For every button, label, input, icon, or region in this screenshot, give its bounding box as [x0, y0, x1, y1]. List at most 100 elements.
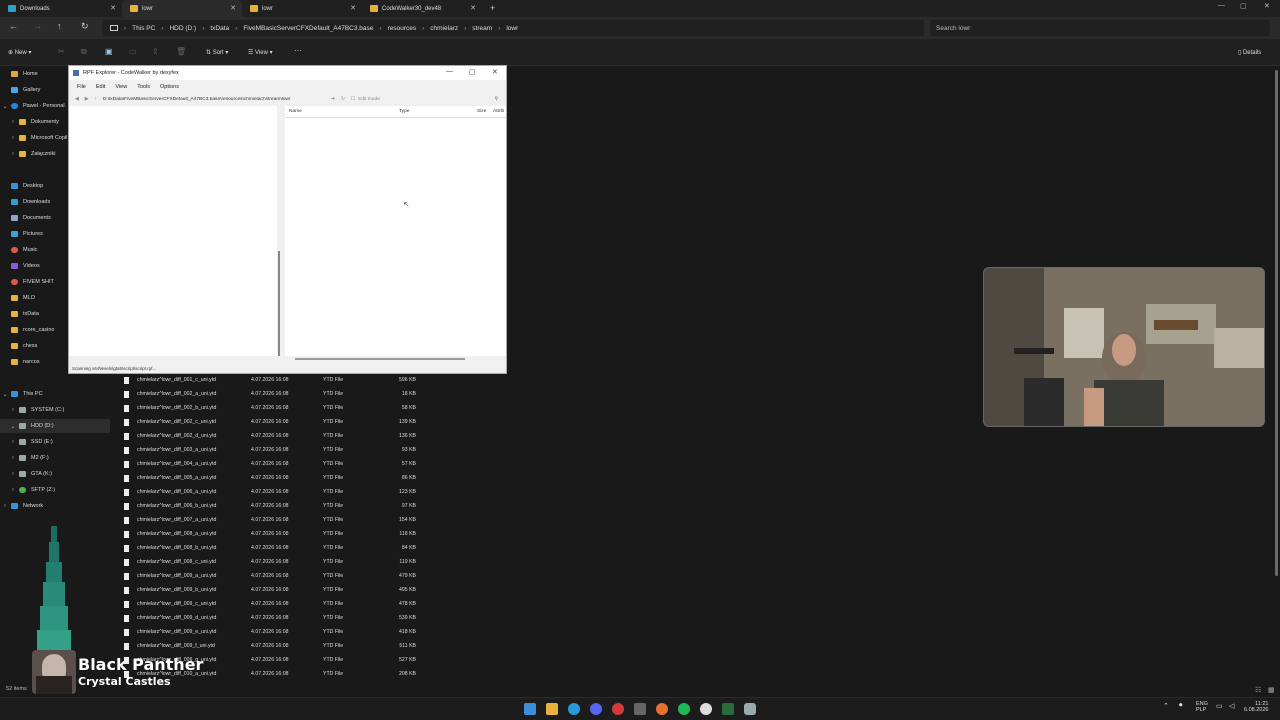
sidebar-item-drive-c[interactable]: › SYSTEM (C:) — [0, 403, 110, 417]
mic-icon[interactable]: ⏺ — [1179, 702, 1183, 710]
app-icon[interactable] — [722, 703, 734, 715]
menu-tools[interactable]: Tools — [137, 84, 150, 90]
tab-codewalker[interactable]: CodeWalker30_dev48 ✕ — [362, 0, 482, 17]
search-input[interactable]: Search lowr — [930, 20, 1270, 36]
file-row[interactable]: chmielarz^lowr_diff_003_a_uni.ytd 4.07.20… — [118, 443, 438, 457]
codewalker-title-bar[interactable]: RPF Explorer - CodeWalker by dexyfex — ▢… — [69, 66, 506, 80]
sidebar-item-this-pc[interactable]: ⌄ This PC — [0, 387, 110, 401]
breadcrumb-item[interactable]: lowr — [506, 25, 518, 32]
sidebar-item-drive-e[interactable]: › SSD (E:) — [0, 435, 110, 449]
file-row[interactable]: chmielarz^lowr_diff_004_a_uni.ytd 4.07.20… — [118, 457, 438, 471]
menu-edit[interactable]: Edit — [96, 84, 105, 90]
breadcrumb-item[interactable]: txData — [210, 25, 229, 32]
copy-icon[interactable]: ⧉ — [81, 47, 87, 57]
file-explorer-icon[interactable] — [546, 703, 558, 715]
sidebar-item-drive-d[interactable]: ⌄ HDD (D:) — [0, 419, 110, 433]
forward-icon[interactable]: ▶ — [85, 97, 89, 102]
column-header-size[interactable]: Size — [477, 109, 486, 114]
sort-button[interactable]: ⇅ Sort ▾ — [206, 49, 228, 56]
file-row[interactable]: chmielarz^lowr_diff_009_a_uni.ytd 4.07.20… — [118, 569, 438, 583]
network-icon[interactable]: ▭ — [1216, 702, 1223, 710]
more-options-icon[interactable]: ··· — [294, 46, 302, 55]
new-tab-button[interactable]: + — [490, 3, 495, 13]
tiles-view-icon[interactable]: ▦ — [1268, 686, 1275, 694]
horizontal-scrollbar[interactable] — [295, 358, 465, 360]
blender-icon[interactable] — [656, 703, 668, 715]
file-row[interactable]: chmielarz^lowr_diff_001_c_uni.ytd 4.07.20… — [118, 373, 438, 387]
sidebar-item-network[interactable]: › Network — [0, 499, 110, 513]
obs-icon[interactable] — [700, 703, 712, 715]
back-button[interactable]: ← — [9, 21, 18, 31]
close-icon[interactable]: ✕ — [230, 4, 236, 12]
details-button[interactable]: ▯ Details — [1238, 49, 1261, 56]
language-indicator[interactable]: ENG PLP — [1196, 701, 1208, 713]
sidebar-item-drive-f[interactable]: › M2 (F:) — [0, 451, 110, 465]
menu-view[interactable]: View — [115, 84, 127, 90]
codewalker-path-field[interactable]: D:\txData\FiveMBasicServerCFXDefault_A47… — [103, 97, 327, 102]
file-row[interactable]: chmielarz^lowr_diff_009_f_uni.ytd 4.07.20… — [118, 639, 438, 653]
file-row[interactable]: chmielarz^lowr_diff_006_b_uni.ytd 4.07.20… — [118, 499, 438, 513]
close-icon[interactable]: ✕ — [110, 4, 116, 12]
volume-icon[interactable]: ◁ — [1229, 702, 1234, 710]
file-row[interactable]: chmielarz^lowr_diff_006_a_uni.ytd 4.07.20… — [118, 485, 438, 499]
tab-downloads[interactable]: Downloads ✕ — [0, 0, 122, 17]
column-header-name[interactable]: Name — [289, 109, 302, 114]
vertical-scrollbar[interactable] — [1275, 70, 1278, 576]
column-header-type[interactable]: Type — [399, 109, 409, 114]
breadcrumb-item[interactable]: chmielarz — [430, 25, 458, 32]
codewalker-file-list[interactable]: Name Type Size Attrib ↖ — [285, 106, 506, 356]
clock[interactable]: 11:21 6.08.2026 — [1244, 701, 1268, 713]
menu-file[interactable]: File — [77, 84, 86, 90]
file-row[interactable]: chmielarz^lowr_diff_002_b_uni.ytd 4.07.20… — [118, 401, 438, 415]
details-view-icon[interactable]: ☷ — [1255, 686, 1261, 694]
back-icon[interactable]: ◀ — [75, 97, 79, 102]
close-icon[interactable]: ✕ — [350, 4, 356, 12]
minimize-button[interactable]: — — [446, 68, 453, 75]
file-row[interactable]: chmielarz^lowr_diff_009_c_uni.ytd 4.07.20… — [118, 597, 438, 611]
edit-mode-checkbox[interactable]: ☐ — [351, 97, 355, 102]
column-header-attrib[interactable]: Attrib — [493, 109, 504, 114]
breadcrumb-item[interactable]: This PC — [132, 25, 155, 32]
share-icon[interactable]: ⇪ — [152, 47, 159, 56]
file-row[interactable]: chmielarz^lowr_diff_007_a_uni.ytd 4.07.20… — [118, 513, 438, 527]
file-row[interactable]: chmielarz^lowr_diff_009_d_uni.ytd 4.07.20… — [118, 611, 438, 625]
address-bar[interactable]: › This PC › HDD (D:) › txData › FiveMBas… — [102, 20, 924, 36]
edge-icon[interactable] — [568, 703, 580, 715]
spotify-icon[interactable] — [678, 703, 690, 715]
delete-icon[interactable]: 🗑 — [176, 47, 186, 56]
breadcrumb-item[interactable]: HDD (D:) — [169, 25, 196, 32]
file-row[interactable]: chmielarz^lowr_diff_002_c_uni.ytd 4.07.20… — [118, 415, 438, 429]
maximize-button[interactable]: ▢ — [469, 68, 476, 76]
tab-lowr[interactable]: lowr ✕ — [242, 0, 362, 17]
refresh-icon[interactable]: ↻ — [341, 97, 345, 102]
maximize-button[interactable]: ▢ — [1240, 2, 1247, 10]
chevron-up-icon[interactable]: ⌃ — [1163, 702, 1169, 710]
file-row[interactable]: chmielarz^lowr_diff_002_a_uni.ytd 4.07.20… — [118, 387, 438, 401]
file-row[interactable]: chmielarz^lowr_diff_008_b_uni.ytd 4.07.20… — [118, 541, 438, 555]
chrome-icon[interactable] — [612, 703, 624, 715]
go-icon[interactable]: ➜ — [331, 97, 335, 102]
refresh-button[interactable]: ↻ — [81, 21, 89, 32]
file-row[interactable]: chmielarz^lowr_diff_009_b_uni.ytd 4.07.20… — [118, 583, 438, 597]
tab-lowr-active[interactable]: lowr ✕ — [122, 0, 242, 17]
breadcrumb-item[interactable]: resources — [388, 25, 417, 32]
file-row[interactable]: chmielarz^lowr_diff_009_e_uni.ytd 4.07.20… — [118, 625, 438, 639]
file-row[interactable]: chmielarz^lowr_diff_008_a_uni.ytd 4.07.20… — [118, 527, 438, 541]
codewalker-tree-pane[interactable] — [69, 106, 277, 356]
minimize-button[interactable]: — — [1218, 2, 1225, 9]
tree-scrollbar-thumb[interactable] — [278, 251, 280, 356]
search-icon[interactable]: ⚲ — [494, 97, 498, 102]
paste-icon[interactable]: ▣ — [105, 47, 113, 56]
forward-button[interactable]: → — [33, 21, 42, 31]
cut-icon[interactable]: ✂ — [58, 47, 65, 56]
menu-options[interactable]: Options — [160, 84, 179, 90]
close-window-button[interactable]: ✕ — [1264, 2, 1270, 10]
sidebar-item-drive-z[interactable]: › SFTP (Z:) — [0, 483, 110, 497]
terminal-icon[interactable] — [634, 703, 646, 715]
discord-icon[interactable] — [590, 703, 602, 715]
breadcrumb-item[interactable]: FiveMBasicServerCFXDefault_A47BC3.base — [243, 25, 373, 32]
file-row[interactable]: chmielarz^lowr_diff_002_d_uni.ytd 4.07.20… — [118, 429, 438, 443]
file-row[interactable]: chmielarz^lowr_diff_005_a_uni.ytd 4.07.20… — [118, 471, 438, 485]
up-button[interactable]: ↑ — [57, 21, 62, 31]
rename-icon[interactable]: ▭ — [129, 47, 137, 56]
